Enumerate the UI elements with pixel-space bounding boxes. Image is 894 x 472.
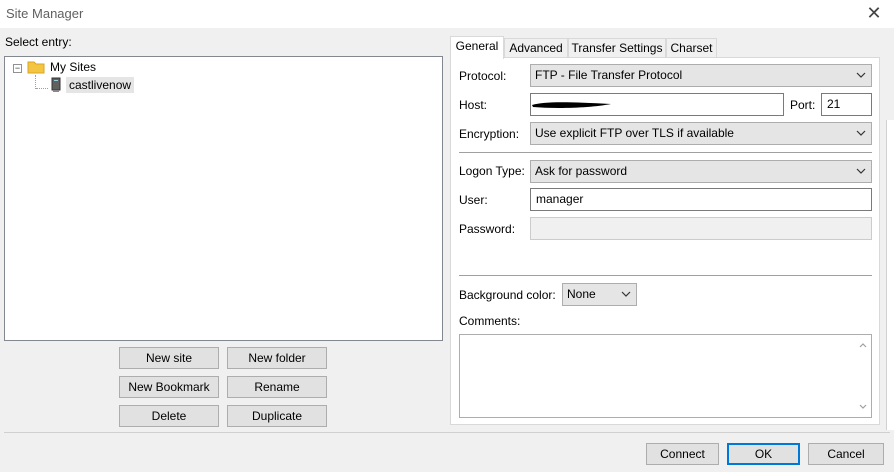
encryption-select[interactable]: Use explicit FTP over TLS if available xyxy=(530,122,872,145)
server-icon xyxy=(51,77,61,92)
window-title: Site Manager xyxy=(6,6,84,21)
encryption-value: Use explicit FTP over TLS if available xyxy=(535,126,734,140)
new-site-button[interactable]: New site xyxy=(119,347,219,369)
comments-textarea[interactable] xyxy=(459,334,872,418)
tab-charset[interactable]: Charset xyxy=(666,38,717,58)
tab-transfer-settings[interactable]: Transfer Settings xyxy=(568,38,666,58)
tree-connector xyxy=(36,88,48,89)
tree-item-castlivenow[interactable]: castlivenow xyxy=(66,77,135,93)
password-label: Password: xyxy=(459,222,516,236)
logon-type-value: Ask for password xyxy=(535,164,628,178)
protocol-value: FTP - File Transfer Protocol xyxy=(535,68,683,82)
logon-type-label: Logon Type: xyxy=(459,164,525,178)
user-value: manager xyxy=(536,192,584,206)
divider xyxy=(459,275,872,276)
tree-connector xyxy=(35,75,36,89)
delete-button[interactable]: Delete xyxy=(119,405,219,427)
new-bookmark-button[interactable]: New Bookmark xyxy=(119,376,219,398)
chevron-down-icon xyxy=(856,72,866,78)
cancel-button[interactable]: Cancel xyxy=(808,443,884,465)
footer-divider xyxy=(4,432,890,433)
site-tree[interactable]: − My Sites castlivenow xyxy=(4,56,443,341)
ok-button[interactable]: OK xyxy=(727,443,800,465)
tab-advanced[interactable]: Advanced xyxy=(504,38,568,58)
general-panel: Protocol: FTP - File Transfer Protocol H… xyxy=(450,57,880,425)
protocol-select[interactable]: FTP - File Transfer Protocol xyxy=(530,64,872,87)
password-field[interactable] xyxy=(530,217,872,240)
select-entry-label: Select entry: xyxy=(5,35,72,49)
new-folder-button[interactable]: New folder xyxy=(227,347,327,369)
port-label: Port: xyxy=(790,98,816,112)
host-field[interactable] xyxy=(530,93,784,116)
chevron-down-icon xyxy=(856,130,866,136)
divider xyxy=(459,152,872,153)
duplicate-button[interactable]: Duplicate xyxy=(227,405,327,427)
background-color-value: None xyxy=(567,287,596,301)
background-color-select[interactable]: None xyxy=(562,283,637,306)
close-icon[interactable]: ✕ xyxy=(864,3,884,23)
redaction-mark xyxy=(532,102,611,108)
comments-label: Comments: xyxy=(459,314,521,328)
user-field[interactable]: manager xyxy=(530,188,872,211)
scroll-up-icon[interactable] xyxy=(858,340,868,350)
chevron-down-icon xyxy=(621,291,631,297)
collapse-icon[interactable]: − xyxy=(13,64,22,73)
tab-general[interactable]: General xyxy=(450,36,504,59)
folder-icon xyxy=(27,61,45,74)
background-window-edge xyxy=(886,120,894,430)
port-value: 21 xyxy=(827,97,841,111)
title-bar: Site Manager ✕ xyxy=(0,0,894,28)
rename-button[interactable]: Rename xyxy=(227,376,327,398)
user-label: User: xyxy=(459,193,488,207)
logon-type-select[interactable]: Ask for password xyxy=(530,160,872,183)
background-color-label: Background color: xyxy=(459,288,556,302)
tree-item-my-sites[interactable]: My Sites xyxy=(50,60,96,74)
connect-button[interactable]: Connect xyxy=(646,443,719,465)
port-field[interactable]: 21 xyxy=(821,93,872,116)
chevron-down-icon xyxy=(856,168,866,174)
encryption-label: Encryption: xyxy=(459,127,520,141)
scroll-down-icon[interactable] xyxy=(858,402,868,412)
host-label: Host: xyxy=(459,98,488,112)
protocol-label: Protocol: xyxy=(459,69,507,83)
